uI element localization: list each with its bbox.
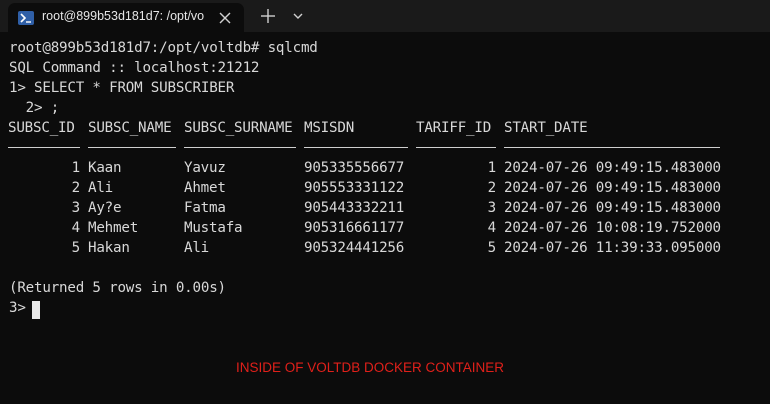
table-cell-msisdn: 905553331122 (304, 180, 405, 196)
table-cell-start-date: 2024-07-26 09:49:15.483000 (504, 180, 721, 196)
table-cell-subsc-name: Hakan (88, 240, 130, 256)
table-cell-subsc-name: Mehmet (88, 220, 139, 236)
command-line: root@899b53d181d7:/opt/voltdb# sqlcmd (9, 40, 318, 56)
table-cell-msisdn: 905324441256 (304, 240, 405, 256)
column-header-tariff-id: TARIFF_ID (416, 120, 492, 136)
table-cell-subsc-name: Ali (88, 180, 114, 196)
powershell-icon (18, 11, 34, 25)
close-icon[interactable] (218, 10, 232, 24)
column-header-msisdn: MSISDN (304, 120, 355, 136)
terminal-tab[interactable]: root@899b53d181d7: /opt/vo (8, 3, 244, 32)
table-cell-subsc-surname: Fatma (184, 200, 226, 216)
text-cursor (32, 301, 40, 319)
title-bar: root@899b53d181d7: /opt/vo (0, 0, 770, 32)
table-cell-start-date: 2024-07-26 09:49:15.483000 (504, 160, 721, 176)
table-cell-subsc-surname: Ahmet (184, 180, 226, 196)
plus-icon[interactable] (258, 6, 278, 26)
column-header-subsc-surname: SUBSC_SURNAME (184, 120, 293, 136)
column-header-subsc-name: SUBSC_NAME (88, 120, 172, 136)
table-cell-tariff-id: 2 (487, 180, 497, 196)
table-cell-subsc-surname: Ali (184, 240, 210, 256)
column-separator (88, 147, 176, 148)
table-cell-subsc-name: Kaan (88, 160, 122, 176)
table-cell-subsc-id: 3 (71, 200, 81, 216)
table-cell-msisdn: 905316661177 (304, 220, 405, 236)
terminal-output[interactable]: root@899b53d181d7:/opt/voltdb# sqlcmd SQ… (0, 32, 770, 404)
table-cell-subsc-name: Ay?e (88, 200, 122, 216)
column-separator (184, 147, 296, 148)
chevron-down-icon[interactable] (289, 7, 307, 25)
sql-prompt: 3> (9, 300, 26, 316)
table-cell-subsc-id: 4 (71, 220, 81, 236)
table-cell-start-date: 2024-07-26 11:39:33.095000 (504, 240, 721, 256)
column-header-start-date: START_DATE (504, 120, 588, 136)
tab-title: root@899b53d181d7: /opt/vo (42, 9, 205, 23)
table-cell-subsc-surname: Mustafa (184, 220, 243, 236)
column-separator (8, 147, 80, 148)
table-cell-tariff-id: 3 (487, 200, 497, 216)
query-continuation: 2> ; (9, 100, 60, 116)
column-separator (416, 147, 496, 148)
column-separator (504, 147, 720, 148)
table-cell-subsc-id: 1 (71, 160, 81, 176)
table-cell-msisdn: 905443332211 (304, 200, 405, 216)
column-separator (304, 147, 408, 148)
table-cell-subsc-id: 2 (71, 180, 81, 196)
result-summary: (Returned 5 rows in 0.00s) (9, 280, 226, 296)
table-cell-start-date: 2024-07-26 10:08:19.752000 (504, 220, 721, 236)
query-line: 1> SELECT * FROM SUBSCRIBER (9, 80, 235, 96)
column-header-subsc-id: SUBSC_ID (8, 120, 75, 136)
table-cell-tariff-id: 1 (487, 160, 497, 176)
table-cell-subsc-surname: Yavuz (184, 160, 226, 176)
table-cell-subsc-id: 5 (71, 240, 81, 256)
table-cell-msisdn: 905335556677 (304, 160, 405, 176)
table-cell-start-date: 2024-07-26 09:49:15.483000 (504, 200, 721, 216)
image-caption: INSIDE OF VOLTDB DOCKER CONTAINER (235, 360, 505, 375)
sqlcmd-banner: SQL Command :: localhost:21212 (9, 60, 260, 76)
table-cell-tariff-id: 4 (487, 220, 497, 236)
table-cell-tariff-id: 5 (487, 240, 497, 256)
